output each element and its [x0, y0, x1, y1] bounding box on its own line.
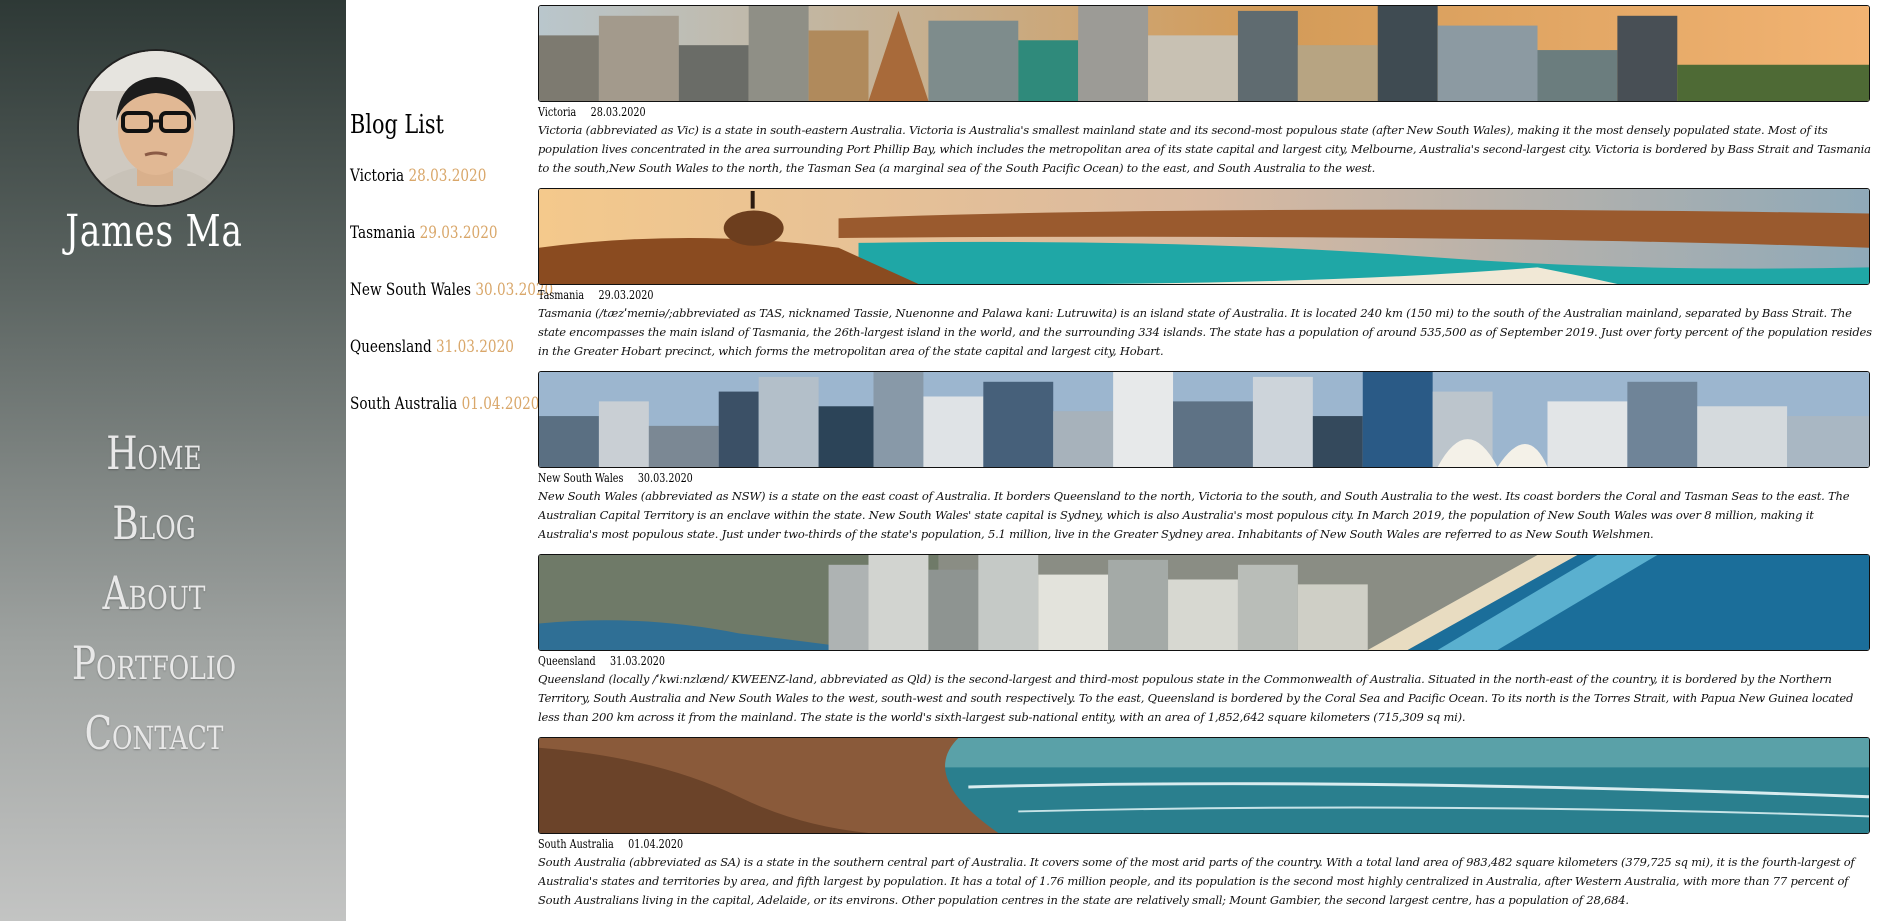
blog-list-item-date: 01.04.2020 [461, 394, 540, 414]
post-date: 30.03.2020 [637, 471, 693, 485]
post-body: Victoria (abbreviated as Vic) is a state… [538, 123, 1871, 175]
post-banner-image[interactable] [538, 554, 1870, 651]
avatar [77, 49, 235, 207]
post-title: South Australia [538, 837, 614, 851]
blog-list-item-label: New South Wales [350, 280, 472, 300]
post-south-australia: South Australia 01.04.2020 South Australi… [538, 737, 1872, 920]
post-date: 29.03.2020 [598, 288, 654, 302]
post-new-south-wales: New South Wales 30.03.2020 New South Wale… [538, 371, 1872, 554]
post-date: 01.04.2020 [628, 837, 684, 851]
post-title: Tasmania [538, 288, 585, 302]
blog-list-item-south-australia[interactable]: South Australia 01.04.2020 [350, 394, 539, 414]
blog-list-item-tasmania[interactable]: Tasmania 29.03.2020 [350, 223, 498, 243]
post-body: Tasmania (/tæzˈmeɪniə/;abbreviated as TA… [538, 306, 1872, 358]
post-date: 31.03.2020 [610, 654, 666, 668]
nav-home[interactable]: Home [34, 418, 274, 488]
main-nav: Home Blog About Portfolio Contact [0, 418, 308, 768]
blog-list-item-date: 29.03.2020 [419, 223, 498, 243]
post-meta: Tasmania 29.03.2020 [538, 288, 1605, 304]
post-body: South Australia (abbreviated as SA) is a… [538, 855, 1855, 907]
sidebar: James Ma Home Blog About Portfolio Conta… [0, 0, 346, 921]
nav-about[interactable]: About [34, 558, 274, 628]
post-tasmania: Tasmania 29.03.2020 Tasmania (/tæzˈmeɪniə… [538, 188, 1872, 371]
blog-list-item-label: Victoria [350, 166, 405, 186]
blog-list-item-victoria[interactable]: Victoria 28.03.2020 [350, 166, 494, 186]
blog-list-item-queensland[interactable]: Queensland 31.03.2020 [350, 337, 514, 357]
post-banner-image[interactable] [538, 5, 1870, 102]
post-body: Queensland (locally /ˈkwiːnzlænd/ KWEENZ… [538, 672, 1854, 724]
blog-list-item-date: 31.03.2020 [436, 337, 514, 357]
blog-list: Blog List Victoria 28.03.2020 Tasmania 2… [350, 110, 553, 451]
blog-list-item-label: Tasmania [350, 223, 416, 243]
nav-blog[interactable]: Blog [34, 488, 274, 558]
avatar-photo [79, 51, 233, 205]
post-queensland: Queensland 31.03.2020 Queensland (locally… [538, 554, 1872, 737]
post-title: Queensland [538, 654, 596, 668]
post-title: New South Wales [538, 471, 624, 485]
nav-portfolio[interactable]: Portfolio [34, 628, 274, 698]
post-meta: South Australia 01.04.2020 [538, 837, 1605, 853]
post-banner-image[interactable] [538, 737, 1870, 834]
blog-list-title: Blog List [350, 110, 444, 140]
post-title: Victoria [538, 105, 577, 119]
post-victoria: Victoria 28.03.2020 Victoria (abbreviated… [538, 5, 1872, 188]
post-meta: New South Wales 30.03.2020 [538, 471, 1605, 487]
post-banner-image[interactable] [538, 188, 1870, 285]
post-meta: Queensland 31.03.2020 [538, 654, 1605, 670]
post-date: 28.03.2020 [590, 105, 646, 119]
nav-contact[interactable]: Contact [34, 698, 274, 768]
posts: Victoria 28.03.2020 Victoria (abbreviated… [538, 5, 1872, 920]
blog-list-item-label: Queensland [350, 337, 432, 357]
blog-list-item-date: 28.03.2020 [408, 166, 487, 186]
post-meta: Victoria 28.03.2020 [538, 105, 1605, 121]
post-body: New South Wales (abbreviated as NSW) is … [538, 489, 1850, 541]
post-banner-image[interactable] [538, 371, 1870, 468]
blog-list-item-new-south-wales[interactable]: New South Wales 30.03.2020 [350, 280, 553, 300]
blog-list-item-label: South Australia [350, 394, 458, 414]
profile-name: James Ma [65, 206, 243, 257]
